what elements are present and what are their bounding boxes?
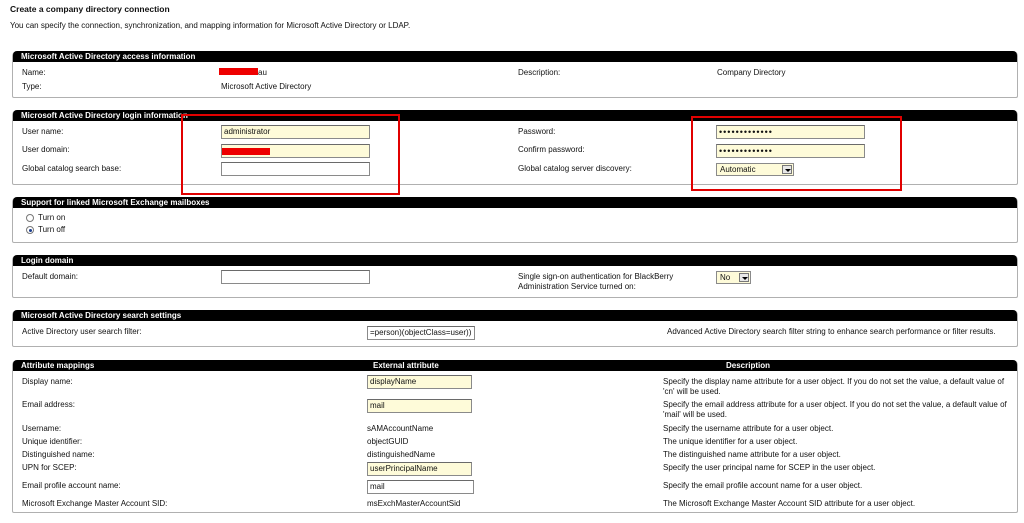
display-name-input[interactable]: displayName [367,375,472,389]
section-header: Microsoft Active Directory search settin… [13,310,1017,321]
mappings-header-title: Attribute mappings [21,361,95,370]
mapping-description: Specify the username attribute for a use… [663,424,834,433]
redaction-mark [219,68,258,75]
mapping-value: msExchMasterAccountSid [367,499,461,508]
name-value: au [258,68,267,77]
login-domain-section: Login domain [12,255,1018,298]
mapping-description: Specify the user principal name for SCEP… [663,463,876,472]
mapping-label: Unique identifier: [22,437,83,446]
confirm-password-label: Confirm password: [518,145,585,154]
description-label: Description: [518,68,561,77]
search-filter-desc: Advanced Active Directory search filter … [667,327,996,336]
default-domain-input[interactable] [221,270,370,284]
mapping-label: Email address: [22,400,75,409]
section-header: Attribute mappings External attribute De… [13,360,1017,371]
page-intro: You can specify the connection, synchron… [10,21,411,30]
turn-on-radio[interactable] [26,214,34,222]
mapping-description: The Microsoft Exchange Master Account SI… [663,499,916,508]
turn-off-label: Turn off [38,225,66,234]
mapping-description: Specify the email address attribute for … [663,400,1007,419]
section-header: Support for linked Microsoft Exchange ma… [13,197,1017,208]
search-base-label: Global catalog search base: [22,164,122,173]
mapping-label: Username: [22,424,62,433]
description-header: Description [726,361,771,370]
sso-label-line1: Single sign-on authentication for BlackB… [518,272,674,281]
sso-label-line2: Administration Service turned on: [518,282,636,291]
mapping-description: Specify the display name attribute for a… [663,377,1005,396]
annotation-box-left [181,114,400,195]
password-label: Password: [518,127,556,136]
external-attribute-header: External attribute [373,361,439,370]
exchange-section: Support for linked Microsoft Exchange ma… [12,197,1018,243]
mapping-label: Distinguished name: [22,450,95,459]
mapping-description: The distinguished name attribute for a u… [663,450,841,459]
email-profile-input[interactable]: mail [367,480,474,494]
annotation-box-right [691,116,902,191]
mapping-value: objectGUID [367,437,409,446]
mapping-label: Microsoft Exchange Master Account SID: [22,499,168,508]
search-filter-label: Active Directory user search filter: [22,327,142,336]
turn-on-label: Turn on [38,213,66,222]
discovery-label: Global catalog server discovery: [518,164,632,173]
user-name-label: User name: [22,127,64,136]
type-value: Microsoft Active Directory [221,82,312,91]
email-address-input[interactable]: mail [367,399,472,413]
user-domain-label: User domain: [22,145,70,154]
access-info-section: Microsoft Active Directory access inform… [12,51,1018,98]
section-header: Login domain [13,255,1017,266]
description-value: Company Directory [717,68,786,77]
section-header: Microsoft Active Directory access inform… [13,51,1017,62]
upn-scep-input[interactable]: userPrincipalName [367,462,472,476]
default-domain-label: Default domain: [22,272,79,281]
name-label: Name: [22,68,46,77]
mapping-label: Email profile account name: [22,481,121,490]
mapping-description: The unique identifier for a user object. [663,437,798,446]
turn-off-radio[interactable] [26,226,34,234]
mapping-description: Specify the email profile account name f… [663,481,863,490]
sso-select[interactable]: No [716,271,751,284]
search-filter-input[interactable]: =person)(objectClass=user)) [367,326,475,340]
mapping-label: Display name: [22,377,73,386]
sso-selected-value: No [720,273,731,282]
mapping-label: UPN for SCEP: [22,463,77,472]
mapping-value: sAMAccountName [367,424,434,433]
mapping-value: distinguishedName [367,450,436,459]
chevron-down-icon[interactable] [739,273,749,282]
page-title: Create a company directory connection [10,4,170,14]
type-label: Type: [22,82,42,91]
